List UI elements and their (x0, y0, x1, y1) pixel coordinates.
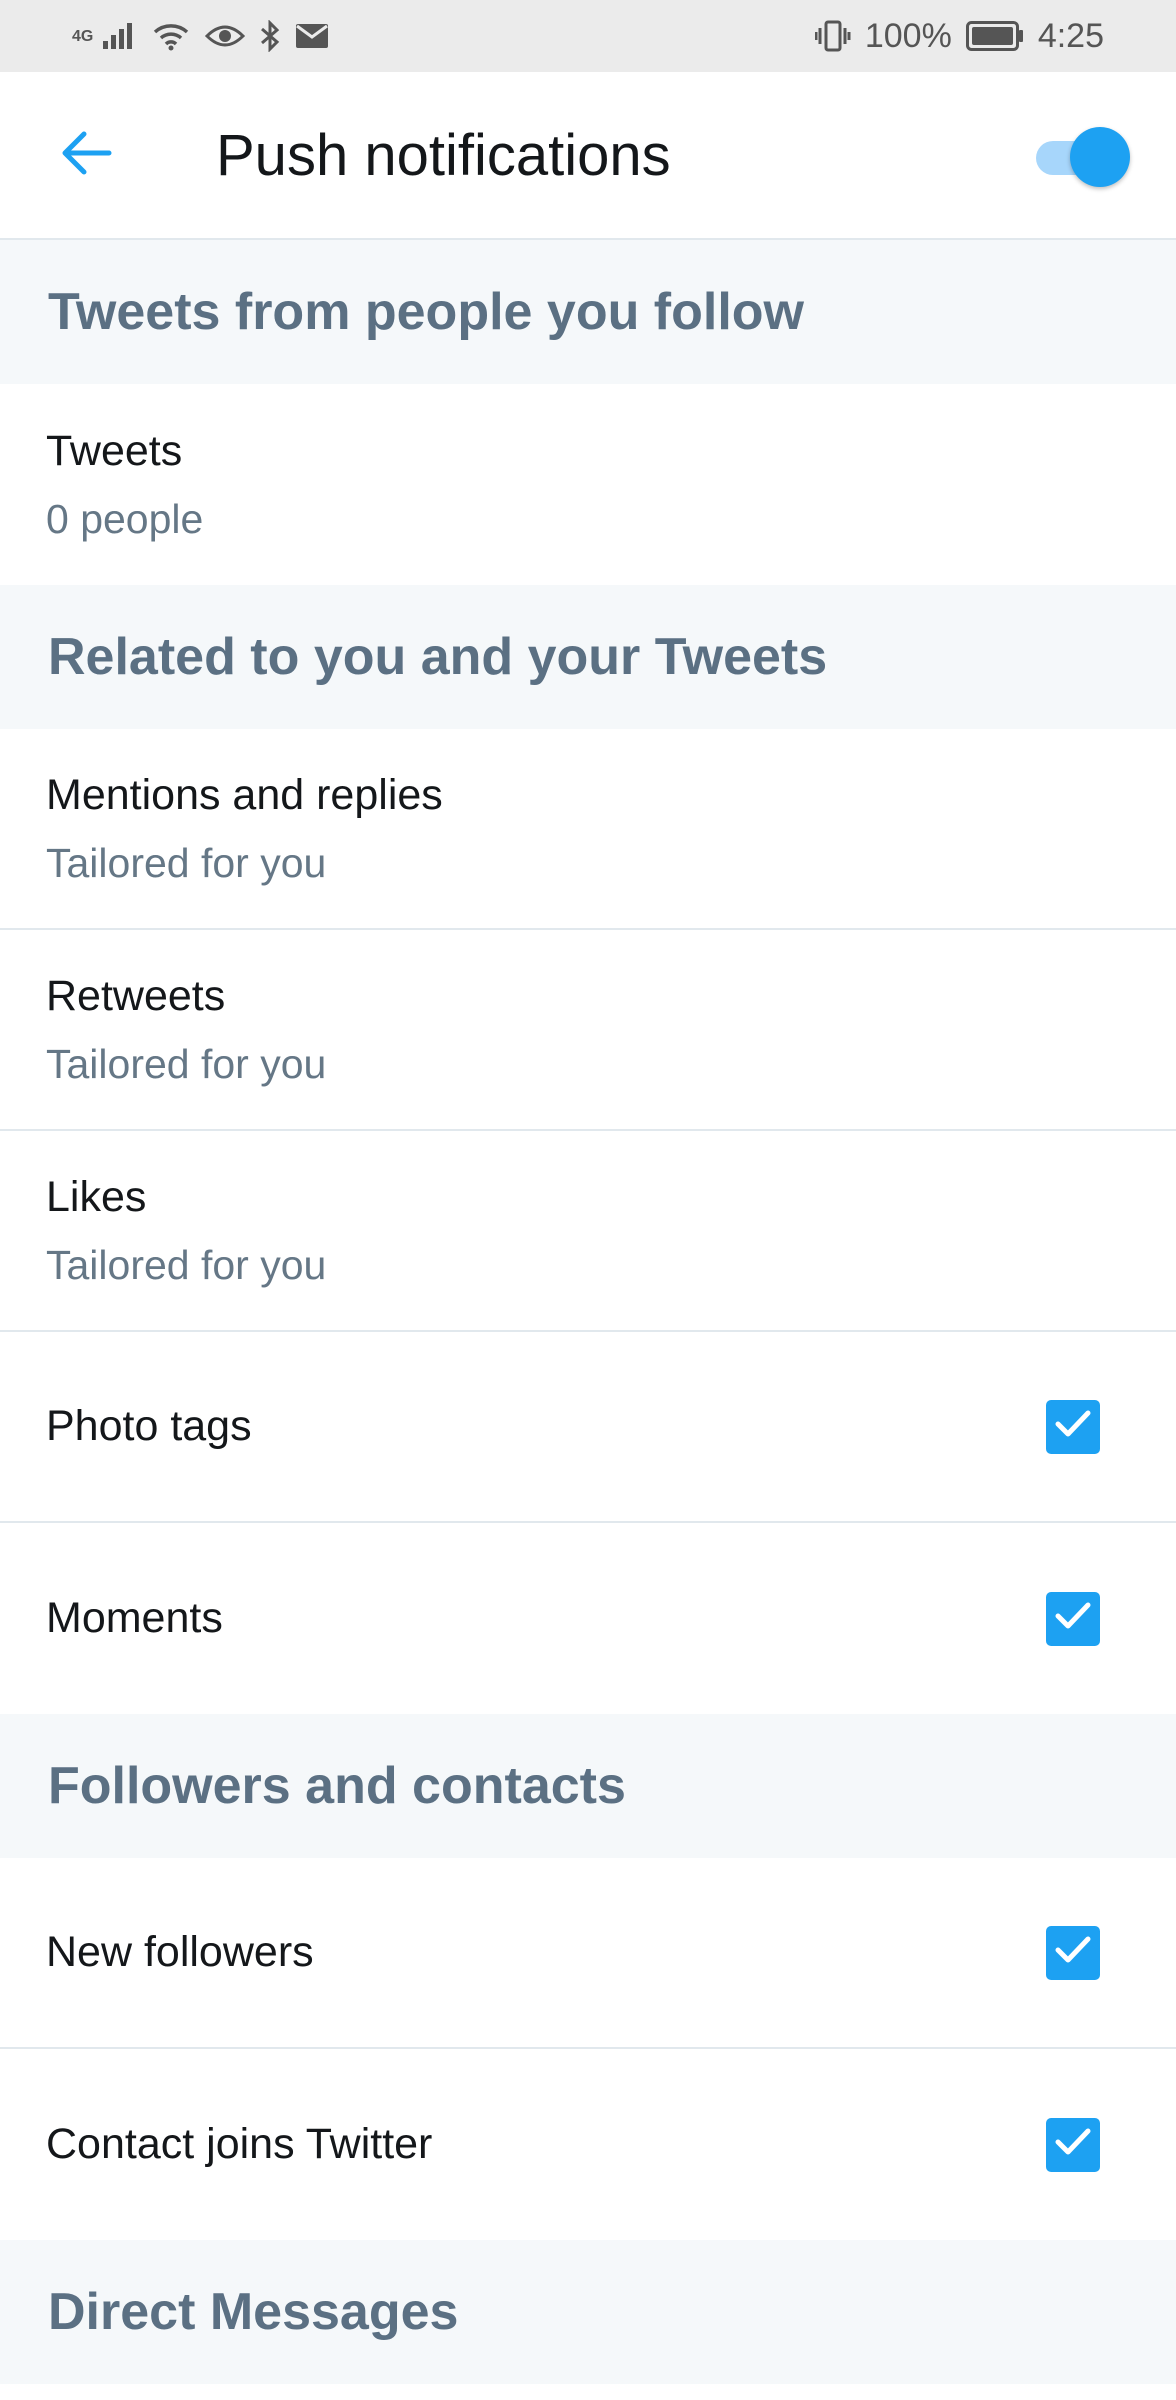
setting-row-mentions[interactable]: Mentions and replies Tailored for you (0, 729, 1176, 930)
setting-row-likes[interactable]: Likes Tailored for you (0, 1131, 1176, 1332)
setting-label: New followers (46, 1928, 314, 1976)
setting-label: Mentions and replies (46, 770, 443, 819)
push-notifications-toggle[interactable] (1032, 123, 1130, 187)
setting-label: Photo tags (46, 1402, 252, 1450)
status-left: 4G (72, 20, 329, 52)
setting-subtext: Tailored for you (46, 1241, 327, 1288)
setting-subtext: Tailored for you (46, 839, 327, 886)
setting-subtext: Tailored for you (46, 1040, 327, 1087)
setting-label: Moments (46, 1594, 223, 1642)
setting-label: Likes (46, 1172, 147, 1221)
checkmark-icon (1053, 2126, 1093, 2163)
setting-row-photo-tags[interactable]: Photo tags (0, 1332, 1176, 1523)
status-bar: 4G 100% 4:25 (0, 0, 1176, 72)
bluetooth-icon (259, 20, 281, 52)
eye-icon (205, 22, 246, 50)
checkmark-icon (1053, 1600, 1093, 1637)
setting-row-new-followers[interactable]: New followers (0, 1858, 1176, 2049)
section-header-direct-messages: Direct Messages (0, 2240, 1176, 2384)
setting-row-moments[interactable]: Moments (0, 1523, 1176, 1714)
setting-row-retweets[interactable]: Retweets Tailored for you (0, 930, 1176, 1131)
setting-label: Retweets (46, 971, 226, 1020)
checkmark-icon (1053, 1408, 1093, 1445)
contact-joins-checkbox[interactable] (1046, 2117, 1100, 2172)
section-header-tweets-from-follow: Tweets from people you follow (0, 240, 1176, 384)
status-right: 100% 4:25 (814, 16, 1104, 56)
battery-icon (965, 21, 1024, 51)
mail-icon (295, 23, 329, 49)
checkmark-icon (1053, 1934, 1093, 1971)
moments-checkbox[interactable] (1046, 1591, 1100, 1646)
wifi-icon (151, 20, 191, 52)
photo-tags-checkbox[interactable] (1046, 1399, 1100, 1454)
toggle-knob (1070, 127, 1130, 187)
page-title: Push notifications (216, 122, 671, 188)
section-header-related: Related to you and your Tweets (0, 585, 1176, 729)
battery-percent: 100% (864, 16, 952, 55)
app-header: Push notifications (0, 72, 1176, 240)
network-type-label: 4G (72, 28, 94, 45)
setting-subtext: 0 people (46, 495, 204, 542)
new-followers-checkbox[interactable] (1046, 1925, 1100, 1980)
back-button[interactable] (26, 95, 146, 215)
section-header-followers: Followers and contacts (0, 1714, 1176, 1858)
vibrate-icon (814, 20, 851, 52)
signal-icon (101, 21, 137, 51)
setting-label: Contact joins Twitter (46, 2120, 433, 2168)
clock-time: 4:25 (1037, 16, 1104, 55)
setting-row-tweets[interactable]: Tweets 0 people (0, 384, 1176, 585)
back-arrow-icon (60, 130, 112, 181)
setting-row-contact-joins[interactable]: Contact joins Twitter (0, 2049, 1176, 2240)
setting-label: Tweets (46, 426, 183, 475)
